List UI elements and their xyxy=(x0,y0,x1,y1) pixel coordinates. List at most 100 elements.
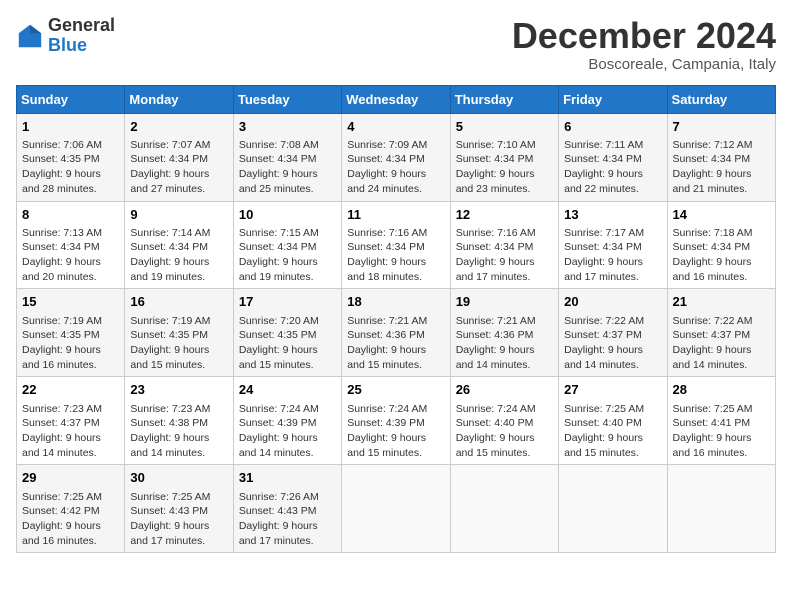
weekday-friday: Friday xyxy=(559,85,667,113)
calendar-cell: 12Sunrise: 7:16 AMSunset: 4:34 PMDayligh… xyxy=(450,201,558,289)
logo: General Blue xyxy=(16,16,115,56)
calendar-cell xyxy=(667,465,775,553)
calendar-cell xyxy=(450,465,558,553)
calendar-cell: 8 Sunrise: 7:13 AMSunset: 4:34 PMDaylight… xyxy=(17,201,125,289)
day-detail: Sunrise: 7:26 AMSunset: 4:43 PMDaylight:… xyxy=(239,490,336,549)
calendar-cell: 24Sunrise: 7:24 AMSunset: 4:39 PMDayligh… xyxy=(233,377,341,465)
weekday-saturday: Saturday xyxy=(667,85,775,113)
day-detail: Sunrise: 7:06 AMSunset: 4:35 PMDaylight:… xyxy=(22,138,119,197)
week-row-1: 1 Sunrise: 7:06 AMSunset: 4:35 PMDaylight… xyxy=(17,113,776,201)
day-number: 1 xyxy=(22,118,119,136)
calendar-cell: 31 Sunrise: 7:26 AMSunset: 4:43 PMDayligh… xyxy=(233,465,341,553)
day-number: 9 xyxy=(130,206,227,224)
weekday-header-row: SundayMondayTuesdayWednesdayThursdayFrid… xyxy=(17,85,776,113)
week-row-5: 29Sunrise: 7:25 AMSunset: 4:42 PMDayligh… xyxy=(17,465,776,553)
logo-text: General Blue xyxy=(48,16,115,56)
day-detail: Sunrise: 7:12 AMSunset: 4:34 PMDaylight:… xyxy=(673,138,770,197)
weekday-sunday: Sunday xyxy=(17,85,125,113)
calendar-cell: 14 Sunrise: 7:18 AMSunset: 4:34 PMDayligh… xyxy=(667,201,775,289)
weekday-tuesday: Tuesday xyxy=(233,85,341,113)
day-number: 8 xyxy=(22,206,119,224)
day-number: 10 xyxy=(239,206,336,224)
day-detail: Sunrise: 7:25 AMSunset: 4:41 PMDaylight:… xyxy=(673,402,770,461)
day-number: 5 xyxy=(456,118,553,136)
calendar-cell: 18 Sunrise: 7:21 AMSunset: 4:36 PMDayligh… xyxy=(342,289,450,377)
day-number: 30 xyxy=(130,469,227,487)
day-number: 25 xyxy=(347,381,444,399)
calendar-cell: 6 Sunrise: 7:11 AMSunset: 4:34 PMDaylight… xyxy=(559,113,667,201)
day-detail: Sunrise: 7:10 AMSunset: 4:34 PMDaylight:… xyxy=(456,138,553,197)
weekday-monday: Monday xyxy=(125,85,233,113)
calendar-cell xyxy=(342,465,450,553)
day-detail: Sunrise: 7:25 AMSunset: 4:43 PMDaylight:… xyxy=(130,490,227,549)
day-number: 14 xyxy=(673,206,770,224)
day-detail: Sunrise: 7:09 AMSunset: 4:34 PMDaylight:… xyxy=(347,138,444,197)
calendar-cell: 26Sunrise: 7:24 AMSunset: 4:40 PMDayligh… xyxy=(450,377,558,465)
day-number: 15 xyxy=(22,293,119,311)
calendar-cell xyxy=(559,465,667,553)
day-number: 7 xyxy=(673,118,770,136)
weekday-thursday: Thursday xyxy=(450,85,558,113)
day-detail: Sunrise: 7:15 AMSunset: 4:34 PMDaylight:… xyxy=(239,226,336,285)
day-detail: Sunrise: 7:08 AMSunset: 4:34 PMDaylight:… xyxy=(239,138,336,197)
day-number: 3 xyxy=(239,118,336,136)
day-detail: Sunrise: 7:23 AMSunset: 4:37 PMDaylight:… xyxy=(22,402,119,461)
day-number: 18 xyxy=(347,293,444,311)
day-number: 22 xyxy=(22,381,119,399)
day-detail: Sunrise: 7:23 AMSunset: 4:38 PMDaylight:… xyxy=(130,402,227,461)
page-header: General Blue December 2024 Boscoreale, C… xyxy=(16,16,776,73)
day-detail: Sunrise: 7:18 AMSunset: 4:34 PMDaylight:… xyxy=(673,226,770,285)
day-detail: Sunrise: 7:20 AMSunset: 4:35 PMDaylight:… xyxy=(239,314,336,373)
day-detail: Sunrise: 7:24 AMSunset: 4:40 PMDaylight:… xyxy=(456,402,553,461)
calendar-cell: 20 Sunrise: 7:22 AMSunset: 4:37 PMDayligh… xyxy=(559,289,667,377)
day-detail: Sunrise: 7:17 AMSunset: 4:34 PMDaylight:… xyxy=(564,226,661,285)
calendar-cell: 25 Sunrise: 7:24 AMSunset: 4:39 PMDayligh… xyxy=(342,377,450,465)
calendar-cell: 28Sunrise: 7:25 AMSunset: 4:41 PMDayligh… xyxy=(667,377,775,465)
day-number: 4 xyxy=(347,118,444,136)
calendar-cell: 16Sunrise: 7:19 AMSunset: 4:35 PMDayligh… xyxy=(125,289,233,377)
day-detail: Sunrise: 7:21 AMSunset: 4:36 PMDaylight:… xyxy=(347,314,444,373)
day-detail: Sunrise: 7:13 AMSunset: 4:34 PMDaylight:… xyxy=(22,226,119,285)
calendar-cell: 4 Sunrise: 7:09 AMSunset: 4:34 PMDaylight… xyxy=(342,113,450,201)
day-number: 6 xyxy=(564,118,661,136)
day-detail: Sunrise: 7:24 AMSunset: 4:39 PMDaylight:… xyxy=(347,402,444,461)
day-detail: Sunrise: 7:22 AMSunset: 4:37 PMDaylight:… xyxy=(564,314,661,373)
location: Boscoreale, Campania, Italy xyxy=(512,56,776,73)
day-number: 20 xyxy=(564,293,661,311)
day-detail: Sunrise: 7:16 AMSunset: 4:34 PMDaylight:… xyxy=(456,226,553,285)
day-detail: Sunrise: 7:19 AMSunset: 4:35 PMDaylight:… xyxy=(130,314,227,373)
calendar-cell: 27 Sunrise: 7:25 AMSunset: 4:40 PMDayligh… xyxy=(559,377,667,465)
day-number: 17 xyxy=(239,293,336,311)
calendar-cell: 1 Sunrise: 7:06 AMSunset: 4:35 PMDaylight… xyxy=(17,113,125,201)
logo-icon xyxy=(16,22,44,50)
day-detail: Sunrise: 7:11 AMSunset: 4:34 PMDaylight:… xyxy=(564,138,661,197)
day-number: 11 xyxy=(347,206,444,224)
day-number: 27 xyxy=(564,381,661,399)
calendar-cell: 7 Sunrise: 7:12 AMSunset: 4:34 PMDaylight… xyxy=(667,113,775,201)
weekday-wednesday: Wednesday xyxy=(342,85,450,113)
month-title: December 2024 xyxy=(512,16,776,56)
day-detail: Sunrise: 7:07 AMSunset: 4:34 PMDaylight:… xyxy=(130,138,227,197)
week-row-3: 15 Sunrise: 7:19 AMSunset: 4:35 PMDayligh… xyxy=(17,289,776,377)
day-detail: Sunrise: 7:25 AMSunset: 4:40 PMDaylight:… xyxy=(564,402,661,461)
day-detail: Sunrise: 7:14 AMSunset: 4:34 PMDaylight:… xyxy=(130,226,227,285)
calendar-cell: 11Sunrise: 7:16 AMSunset: 4:34 PMDayligh… xyxy=(342,201,450,289)
day-detail: Sunrise: 7:22 AMSunset: 4:37 PMDaylight:… xyxy=(673,314,770,373)
calendar-table: SundayMondayTuesdayWednesdayThursdayFrid… xyxy=(16,85,776,554)
day-detail: Sunrise: 7:25 AMSunset: 4:42 PMDaylight:… xyxy=(22,490,119,549)
calendar-cell: 22 Sunrise: 7:23 AMSunset: 4:37 PMDayligh… xyxy=(17,377,125,465)
calendar-cell: 23 Sunrise: 7:23 AMSunset: 4:38 PMDayligh… xyxy=(125,377,233,465)
calendar-cell: 21Sunrise: 7:22 AMSunset: 4:37 PMDayligh… xyxy=(667,289,775,377)
calendar-cell: 30 Sunrise: 7:25 AMSunset: 4:43 PMDayligh… xyxy=(125,465,233,553)
day-detail: Sunrise: 7:21 AMSunset: 4:36 PMDaylight:… xyxy=(456,314,553,373)
day-number: 24 xyxy=(239,381,336,399)
day-detail: Sunrise: 7:19 AMSunset: 4:35 PMDaylight:… xyxy=(22,314,119,373)
calendar-body: 1 Sunrise: 7:06 AMSunset: 4:35 PMDaylight… xyxy=(17,113,776,553)
calendar-cell: 29Sunrise: 7:25 AMSunset: 4:42 PMDayligh… xyxy=(17,465,125,553)
week-row-2: 8 Sunrise: 7:13 AMSunset: 4:34 PMDaylight… xyxy=(17,201,776,289)
day-number: 2 xyxy=(130,118,227,136)
calendar-cell: 19Sunrise: 7:21 AMSunset: 4:36 PMDayligh… xyxy=(450,289,558,377)
day-number: 23 xyxy=(130,381,227,399)
day-number: 31 xyxy=(239,469,336,487)
week-row-4: 22 Sunrise: 7:23 AMSunset: 4:37 PMDayligh… xyxy=(17,377,776,465)
